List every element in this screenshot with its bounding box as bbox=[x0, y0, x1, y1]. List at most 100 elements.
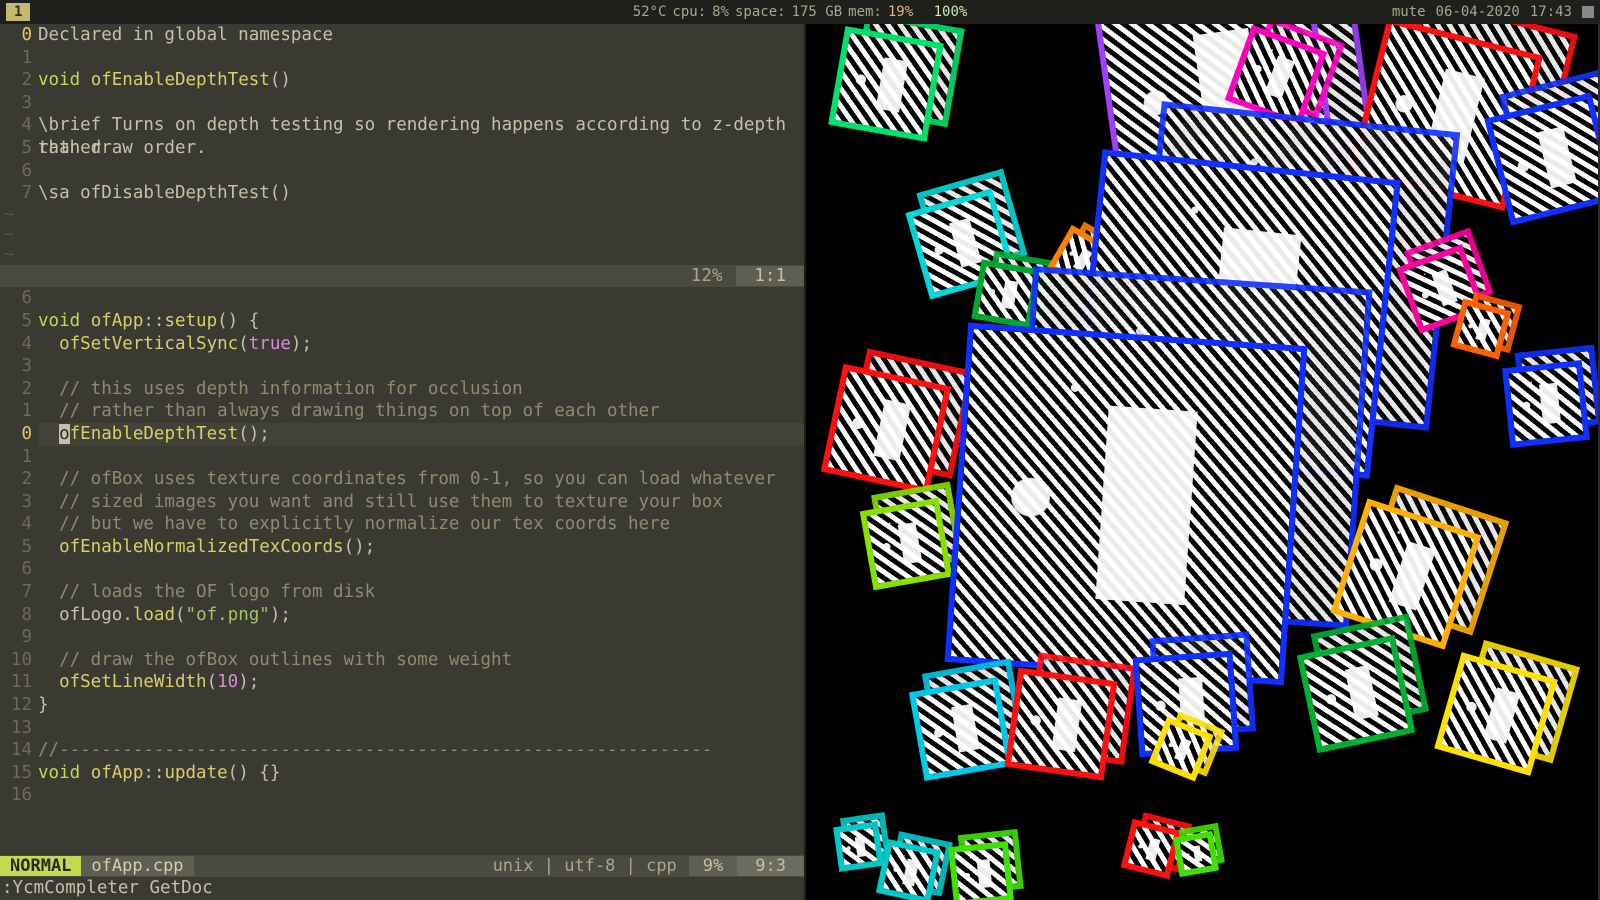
temp-indicator: 52°C bbox=[633, 4, 667, 20]
line-number: 5 bbox=[0, 536, 32, 559]
rendered-cube bbox=[1297, 635, 1416, 754]
code-line[interactable]: // but we have to explicitly normalize o… bbox=[38, 513, 804, 536]
file-percent: 9% bbox=[689, 856, 737, 876]
code-line[interactable]: void ofApp::setup() { bbox=[38, 310, 804, 333]
cursor-position: 9:3 bbox=[737, 856, 804, 876]
command-line[interactable]: :YcmCompleter GetDoc bbox=[0, 877, 804, 900]
rendered-cube bbox=[821, 364, 951, 494]
code-line[interactable] bbox=[38, 355, 804, 378]
code-line[interactable]: ofEnableNormalizedTexCoords(); bbox=[38, 536, 804, 559]
space-label: space: bbox=[735, 4, 786, 20]
code-line[interactable]: Declared in global namespace bbox=[38, 24, 804, 47]
code-line[interactable]: void ofEnableDepthTest() bbox=[38, 69, 804, 92]
code-line[interactable]: // this uses depth information for occlu… bbox=[38, 378, 804, 401]
date-indicator: 06-04-2020 bbox=[1436, 4, 1520, 20]
line-number: 4 bbox=[0, 114, 32, 137]
opengl-preview-window[interactable] bbox=[806, 24, 1598, 900]
line-number: 2 bbox=[0, 468, 32, 491]
code-line[interactable] bbox=[38, 92, 804, 115]
code-editor-pane[interactable]: 654321012345678910111213141516 void ofAp… bbox=[0, 287, 804, 900]
code-line[interactable]: \sa ofDisableDepthTest() bbox=[38, 182, 804, 205]
code-line[interactable]: ofSetLineWidth(10); bbox=[38, 671, 804, 694]
line-number: 16 bbox=[0, 784, 32, 807]
encoding-info: unix | utf-8 | cpp bbox=[493, 856, 689, 876]
workspace-tab[interactable]: 1 bbox=[6, 3, 30, 21]
code-line[interactable] bbox=[38, 160, 804, 183]
line-number: 8 bbox=[0, 604, 32, 627]
doc-pane-statusline: 12% 1:1 bbox=[0, 265, 804, 288]
code-line[interactable]: // draw the ofBox outlines with some wei… bbox=[38, 649, 804, 672]
line-number: 10 bbox=[0, 649, 32, 672]
code-line[interactable]: //--------------------------------------… bbox=[38, 739, 804, 762]
doc-preview-pane[interactable]: 01234567 Declared in global namespace vo… bbox=[0, 24, 804, 287]
rendered-cube bbox=[828, 26, 944, 142]
rendered-cube bbox=[1121, 819, 1182, 880]
vim-mode: NORMAL bbox=[0, 856, 81, 876]
line-number: 6 bbox=[0, 287, 32, 310]
rendered-cube bbox=[1005, 668, 1118, 781]
code-line[interactable]: than draw order. bbox=[38, 137, 804, 160]
code-line[interactable]: } bbox=[38, 694, 804, 717]
line-number: 13 bbox=[0, 717, 32, 740]
line-number: 0 bbox=[0, 423, 32, 446]
code-line[interactable]: ofLogo.load("of.png"); bbox=[38, 604, 804, 627]
line-number: 1 bbox=[0, 47, 32, 70]
rendered-cube bbox=[1434, 652, 1558, 776]
line-number: 11 bbox=[0, 671, 32, 694]
rendered-cube bbox=[909, 677, 1013, 781]
top-status-bar: 1 52°C cpu: 8% space: 175 GB mem: 19% 10… bbox=[0, 0, 1600, 24]
code-line[interactable]: ofEnableDepthTest(); bbox=[38, 423, 804, 446]
rendered-cube bbox=[833, 821, 884, 872]
filename: ofApp.cpp bbox=[81, 856, 193, 876]
code-line[interactable] bbox=[38, 446, 804, 469]
space-value: 175 GB bbox=[792, 4, 843, 20]
cpu-value: 8% bbox=[712, 4, 729, 20]
line-number: 2 bbox=[0, 69, 32, 92]
code-line[interactable]: // loads the OF logo from disk bbox=[38, 581, 804, 604]
cpu-label: cpu: bbox=[672, 4, 706, 20]
line-number: 1 bbox=[0, 400, 32, 423]
code-line[interactable]: // rather than always drawing things on … bbox=[38, 400, 804, 423]
mem-label: mem: bbox=[848, 4, 882, 20]
code-line[interactable]: // ofBox uses texture coordinates from 0… bbox=[38, 468, 804, 491]
line-number: 0 bbox=[0, 24, 32, 47]
code-line[interactable] bbox=[38, 717, 804, 740]
rendered-cube bbox=[1502, 360, 1590, 448]
battery-value: 100% bbox=[934, 4, 968, 20]
line-number: 4 bbox=[0, 333, 32, 356]
line-number: 7 bbox=[0, 581, 32, 604]
line-number: 4 bbox=[0, 513, 32, 536]
code-line[interactable]: \brief Turns on depth testing so renderi… bbox=[38, 114, 804, 137]
line-number: 3 bbox=[0, 92, 32, 115]
rendered-cube bbox=[860, 498, 953, 591]
doc-pane-position: 1:1 bbox=[736, 266, 804, 286]
line-number: 9 bbox=[0, 626, 32, 649]
rendered-cube bbox=[948, 841, 1014, 900]
tray-icon[interactable] bbox=[1582, 6, 1594, 18]
code-line[interactable]: void ofApp::update() {} bbox=[38, 762, 804, 785]
code-line[interactable] bbox=[38, 287, 804, 310]
line-number: 12 bbox=[0, 694, 32, 717]
mute-indicator: mute bbox=[1392, 4, 1426, 20]
line-number: 2 bbox=[0, 378, 32, 401]
editor-panel[interactable]: 01234567 Declared in global namespace vo… bbox=[0, 24, 806, 900]
time-indicator: 17:43 bbox=[1530, 4, 1572, 20]
line-number: 3 bbox=[0, 355, 32, 378]
line-number: 1 bbox=[0, 446, 32, 469]
line-number: 5 bbox=[0, 137, 32, 160]
rendered-cube bbox=[876, 839, 941, 900]
code-line[interactable] bbox=[38, 626, 804, 649]
code-line[interactable]: ofSetVerticalSync(true); bbox=[38, 333, 804, 356]
rendered-cube bbox=[945, 323, 1308, 686]
code-line[interactable]: // sized images you want and still use t… bbox=[38, 491, 804, 514]
line-number: 15 bbox=[0, 762, 32, 785]
code-line[interactable] bbox=[38, 558, 804, 581]
line-number: 6 bbox=[0, 160, 32, 183]
line-number: 3 bbox=[0, 491, 32, 514]
code-line[interactable] bbox=[38, 47, 804, 70]
line-number: 6 bbox=[0, 558, 32, 581]
mem-value: 19% bbox=[888, 4, 913, 20]
line-number: 7 bbox=[0, 182, 32, 205]
doc-pane-percent: 12% bbox=[677, 266, 737, 286]
code-line[interactable] bbox=[38, 784, 804, 807]
